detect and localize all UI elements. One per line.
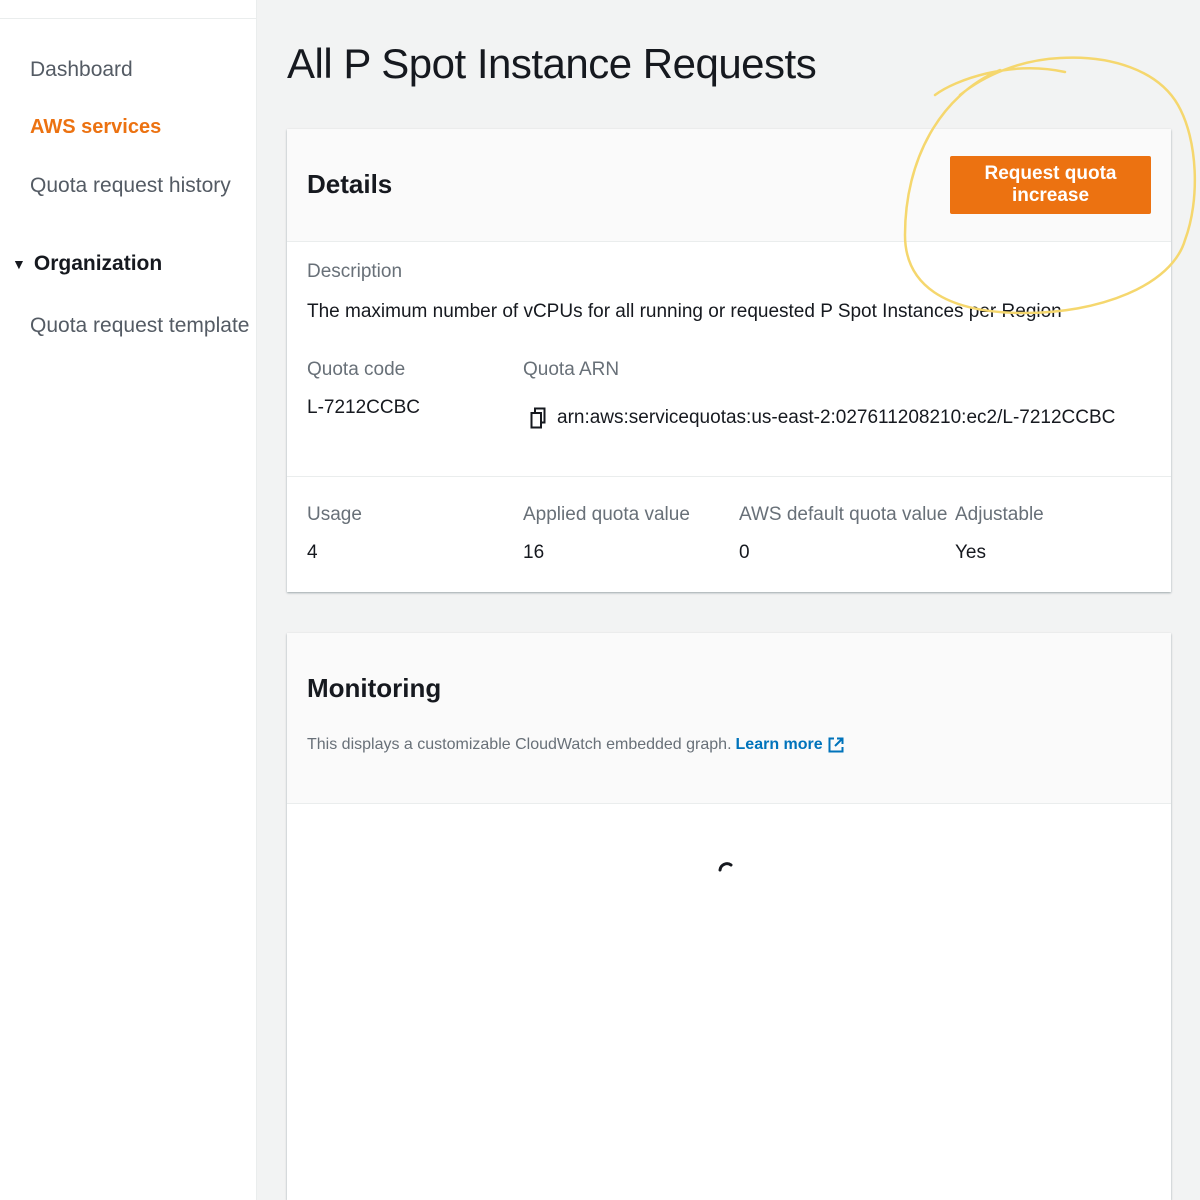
monitoring-card-header: Monitoring This displays a customizable … <box>287 633 1171 804</box>
description-label: Description <box>307 261 403 282</box>
applied-quota-value: 16 <box>523 542 545 563</box>
sidebar: Dashboard AWS services Quota request his… <box>0 0 257 1200</box>
sidebar-item-quota-request-template[interactable]: Quota request template <box>30 314 249 338</box>
page-title: All P Spot Instance Requests <box>287 40 817 87</box>
request-quota-increase-button[interactable]: Request quota increase <box>950 156 1151 214</box>
adjustable-label: Adjustable <box>955 504 1044 525</box>
quota-code-value: L-7212CCBC <box>307 397 420 418</box>
quota-code-label: Quota code <box>307 359 406 380</box>
external-link-icon <box>828 737 844 753</box>
sidebar-divider <box>0 18 256 19</box>
usage-label: Usage <box>307 504 362 525</box>
sidebar-item-quota-request-history[interactable]: Quota request history <box>30 174 231 198</box>
details-card: Details Request quota increase Descripti… <box>287 129 1171 592</box>
quota-arn-value: arn:aws:servicequotas:us-east-2:02761120… <box>557 407 1116 428</box>
copy-icon[interactable] <box>530 407 546 429</box>
learn-more-link[interactable]: Learn more <box>736 736 844 754</box>
sidebar-section-organization[interactable]: ▼ Organization <box>12 252 162 276</box>
details-divider <box>287 476 1171 477</box>
description-value: The maximum number of vCPUs for all runn… <box>307 301 1062 322</box>
adjustable-value: Yes <box>955 542 986 563</box>
applied-quota-label: Applied quota value <box>523 504 690 525</box>
sidebar-item-dashboard[interactable]: Dashboard <box>30 58 133 82</box>
monitoring-description-text: This displays a customizable CloudWatch … <box>307 736 732 753</box>
sidebar-item-aws-services[interactable]: AWS services <box>30 116 161 139</box>
details-card-header: Details Request quota increase <box>287 129 1171 242</box>
learn-more-label: Learn more <box>735 736 823 753</box>
details-title: Details <box>307 169 393 199</box>
default-quota-label: AWS default quota value <box>739 504 948 525</box>
loading-spinner-icon <box>718 862 733 872</box>
monitoring-title: Monitoring <box>307 673 442 703</box>
quota-arn-label: Quota ARN <box>523 359 620 380</box>
default-quota-value: 0 <box>739 542 750 563</box>
usage-value: 4 <box>307 542 318 563</box>
monitoring-card: Monitoring This displays a customizable … <box>287 633 1171 1200</box>
caret-down-icon: ▼ <box>12 256 26 272</box>
sidebar-section-label: Organization <box>33 252 163 275</box>
monitoring-description: This displays a customizable CloudWatch … <box>307 736 844 754</box>
